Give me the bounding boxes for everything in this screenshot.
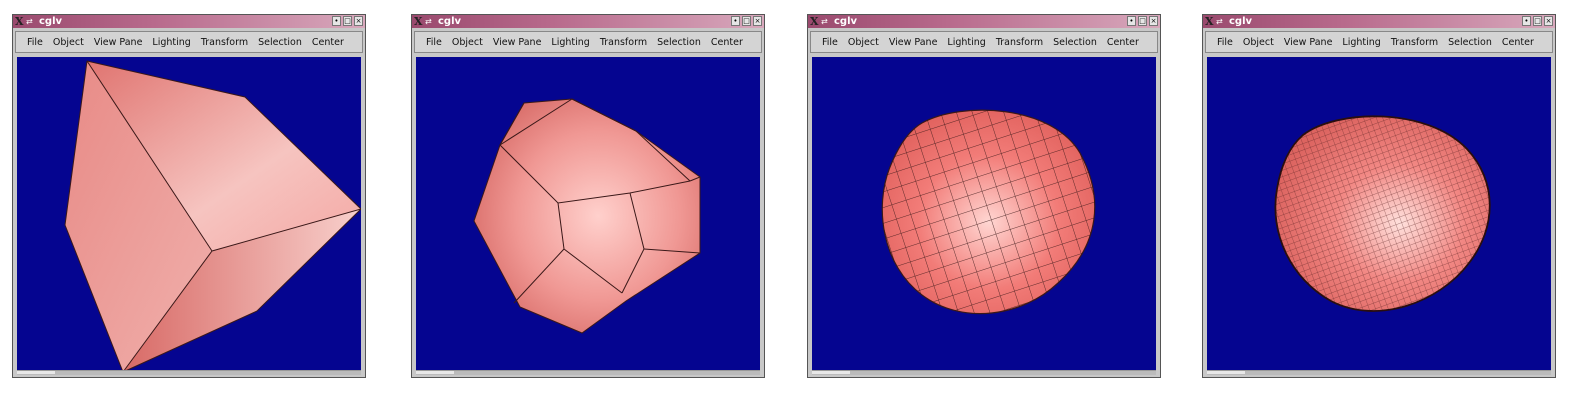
- x-logo-icon: X: [810, 15, 819, 28]
- close-button[interactable]: ×: [1544, 16, 1553, 26]
- window-title: cglv: [834, 16, 858, 27]
- menu-selection[interactable]: Selection: [1443, 37, 1497, 48]
- scroll-thumb[interactable]: [416, 371, 454, 374]
- maximize-button[interactable]: □: [343, 16, 352, 26]
- maximize-button[interactable]: □: [742, 16, 751, 26]
- minimize-button[interactable]: •: [1127, 16, 1136, 26]
- menu-file[interactable]: File: [817, 37, 843, 48]
- minimize-button[interactable]: •: [731, 16, 740, 26]
- title-bar[interactable]: X ⇄ cglv • □ ×: [412, 15, 764, 28]
- menu-object[interactable]: Object: [1238, 37, 1279, 48]
- menu-selection[interactable]: Selection: [253, 37, 307, 48]
- menu-file[interactable]: File: [421, 37, 447, 48]
- menu-bar: File Object View Pane Lighting Transform…: [1205, 31, 1553, 53]
- menu-lighting[interactable]: Lighting: [1337, 37, 1385, 48]
- move-arrows-icon: ⇄: [425, 17, 432, 26]
- coarse-polyhedron-render: [64, 60, 361, 372]
- scroll-thumb[interactable]: [17, 371, 55, 374]
- menu-object[interactable]: Object: [447, 37, 488, 48]
- subdivided-polyhedron-render: [473, 98, 701, 334]
- horizontal-scrollbar[interactable]: [1207, 370, 1551, 375]
- window-title: cglv: [1229, 16, 1253, 27]
- viewport[interactable]: [416, 57, 760, 372]
- menu-file[interactable]: File: [1212, 37, 1238, 48]
- title-bar[interactable]: X ⇄ cglv • □ ×: [1203, 15, 1555, 28]
- move-arrows-icon: ⇄: [1216, 17, 1223, 26]
- cglv-window-1: X ⇄ cglv • □ × File Object View Pane Lig…: [12, 14, 366, 378]
- menu-bar: File Object View Pane Lighting Transform…: [810, 31, 1158, 53]
- horizontal-scrollbar[interactable]: [416, 370, 760, 375]
- title-bar[interactable]: X ⇄ cglv • □ ×: [808, 15, 1160, 28]
- minimize-button[interactable]: •: [1522, 16, 1531, 26]
- mesh-grid: [882, 110, 1095, 314]
- close-button[interactable]: ×: [1149, 16, 1158, 26]
- title-bar[interactable]: X ⇄ cglv • □ ×: [13, 15, 365, 28]
- cglv-window-2: X ⇄ cglv • □ × File Object View Pane Lig…: [411, 14, 765, 378]
- menu-object[interactable]: Object: [48, 37, 89, 48]
- menu-object[interactable]: Object: [843, 37, 884, 48]
- viewport[interactable]: [17, 57, 361, 372]
- x-logo-icon: X: [1205, 15, 1214, 28]
- menu-lighting[interactable]: Lighting: [942, 37, 990, 48]
- scroll-thumb[interactable]: [1207, 371, 1245, 374]
- window-title: cglv: [438, 16, 462, 27]
- menu-bar: File Object View Pane Lighting Transform…: [414, 31, 762, 53]
- menu-view-pane[interactable]: View Pane: [488, 37, 547, 48]
- menu-bar: File Object View Pane Lighting Transform…: [15, 31, 363, 53]
- menu-transform[interactable]: Transform: [196, 37, 253, 48]
- quad-mesh-render: [881, 109, 1096, 315]
- menu-lighting[interactable]: Lighting: [546, 37, 594, 48]
- minimize-button[interactable]: •: [332, 16, 341, 26]
- menu-transform[interactable]: Transform: [595, 37, 652, 48]
- x-logo-icon: X: [15, 15, 24, 28]
- outline: [473, 98, 701, 334]
- cglv-window-3: X ⇄ cglv • □ × File Object View Pane Lig…: [807, 14, 1161, 378]
- menu-transform[interactable]: Transform: [991, 37, 1048, 48]
- menu-transform[interactable]: Transform: [1386, 37, 1443, 48]
- menu-center[interactable]: Center: [307, 37, 349, 48]
- move-arrows-icon: ⇄: [821, 17, 828, 26]
- mesh-grid: [1275, 116, 1490, 311]
- maximize-button[interactable]: □: [1138, 16, 1147, 26]
- menu-center[interactable]: Center: [1497, 37, 1539, 48]
- menu-selection[interactable]: Selection: [652, 37, 706, 48]
- menu-view-pane[interactable]: View Pane: [884, 37, 943, 48]
- x-logo-icon: X: [414, 15, 423, 28]
- window-title: cglv: [39, 16, 63, 27]
- close-button[interactable]: ×: [354, 16, 363, 26]
- viewport[interactable]: [1207, 57, 1551, 372]
- scroll-thumb[interactable]: [812, 371, 850, 374]
- horizontal-scrollbar[interactable]: [812, 370, 1156, 375]
- maximize-button[interactable]: □: [1533, 16, 1542, 26]
- horizontal-scrollbar[interactable]: [17, 370, 361, 375]
- menu-file[interactable]: File: [22, 37, 48, 48]
- cglv-window-4: X ⇄ cglv • □ × File Object View Pane Lig…: [1202, 14, 1556, 378]
- menu-center[interactable]: Center: [1102, 37, 1144, 48]
- menu-lighting[interactable]: Lighting: [147, 37, 195, 48]
- move-arrows-icon: ⇄: [26, 17, 33, 26]
- menu-selection[interactable]: Selection: [1048, 37, 1102, 48]
- dense-mesh-render: [1274, 115, 1491, 312]
- menu-view-pane[interactable]: View Pane: [1279, 37, 1338, 48]
- menu-view-pane[interactable]: View Pane: [89, 37, 148, 48]
- viewport[interactable]: [812, 57, 1156, 372]
- menu-center[interactable]: Center: [706, 37, 748, 48]
- close-button[interactable]: ×: [753, 16, 762, 26]
